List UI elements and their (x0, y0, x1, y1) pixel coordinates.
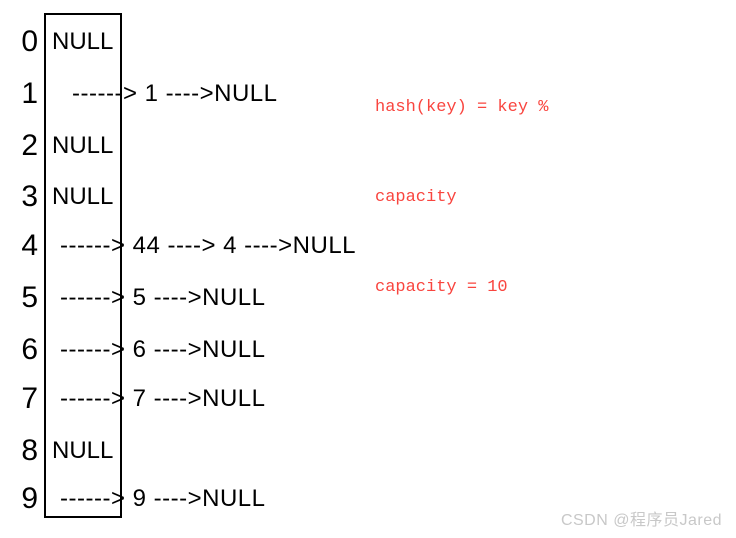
bucket-row-2: 2 NULL (0, 126, 736, 176)
diagram-canvas: 0 NULL 1 ------> 1 ---->NULL 2 NULL 3 NU… (0, 0, 736, 538)
bucket-index-9: 9 (21, 482, 38, 515)
bucket-value-0: NULL (52, 28, 114, 55)
bucket-value-4: ------> 44 ----> 4 ---->NULL (60, 232, 357, 259)
bucket-row-5: 5 ------> 5 ---->NULL (0, 278, 736, 328)
bucket-index-3: 3 (21, 180, 38, 213)
bucket-value-5: ------> 5 ---->NULL (60, 284, 266, 311)
hash-formula-line-2: capacity (375, 188, 457, 207)
hash-formula-line-3: capacity = 10 (375, 278, 508, 297)
bucket-index-6: 6 (21, 333, 38, 366)
bucket-index-5: 5 (21, 281, 38, 314)
bucket-row-0: 0 NULL (0, 22, 736, 72)
bucket-row-7: 7 ------> 7 ---->NULL (0, 379, 736, 429)
bucket-index-2: 2 (21, 129, 38, 162)
bucket-value-2: NULL (52, 132, 114, 159)
hash-formula-line-1: hash(key) = key % (375, 98, 549, 117)
bucket-value-8: NULL (52, 437, 114, 464)
bucket-row-1: 1 ------> 1 ---->NULL (0, 74, 736, 124)
bucket-value-1: ------> 1 ---->NULL (72, 80, 278, 107)
bucket-value-3: NULL (52, 183, 114, 210)
bucket-value-9: ------> 9 ---->NULL (60, 485, 266, 512)
bucket-row-3: 3 NULL (0, 177, 736, 227)
bucket-value-7: ------> 7 ---->NULL (60, 385, 266, 412)
bucket-index-1: 1 (21, 77, 38, 110)
bucket-row-6: 6 ------> 6 ---->NULL (0, 330, 736, 380)
bucket-index-7: 7 (21, 382, 38, 415)
bucket-value-6: ------> 6 ---->NULL (60, 336, 266, 363)
bucket-row-8: 8 NULL (0, 431, 736, 481)
bucket-index-8: 8 (21, 434, 38, 467)
hash-formula-annotation: hash(key) = key % capacity capacity = 10 (375, 33, 548, 363)
csdn-watermark: CSDN @程序员Jared (560, 512, 722, 529)
bucket-row-4: 4 ------> 44 ----> 4 ---->NULL (0, 226, 736, 276)
bucket-index-4: 4 (21, 229, 38, 262)
bucket-index-0: 0 (21, 25, 38, 58)
